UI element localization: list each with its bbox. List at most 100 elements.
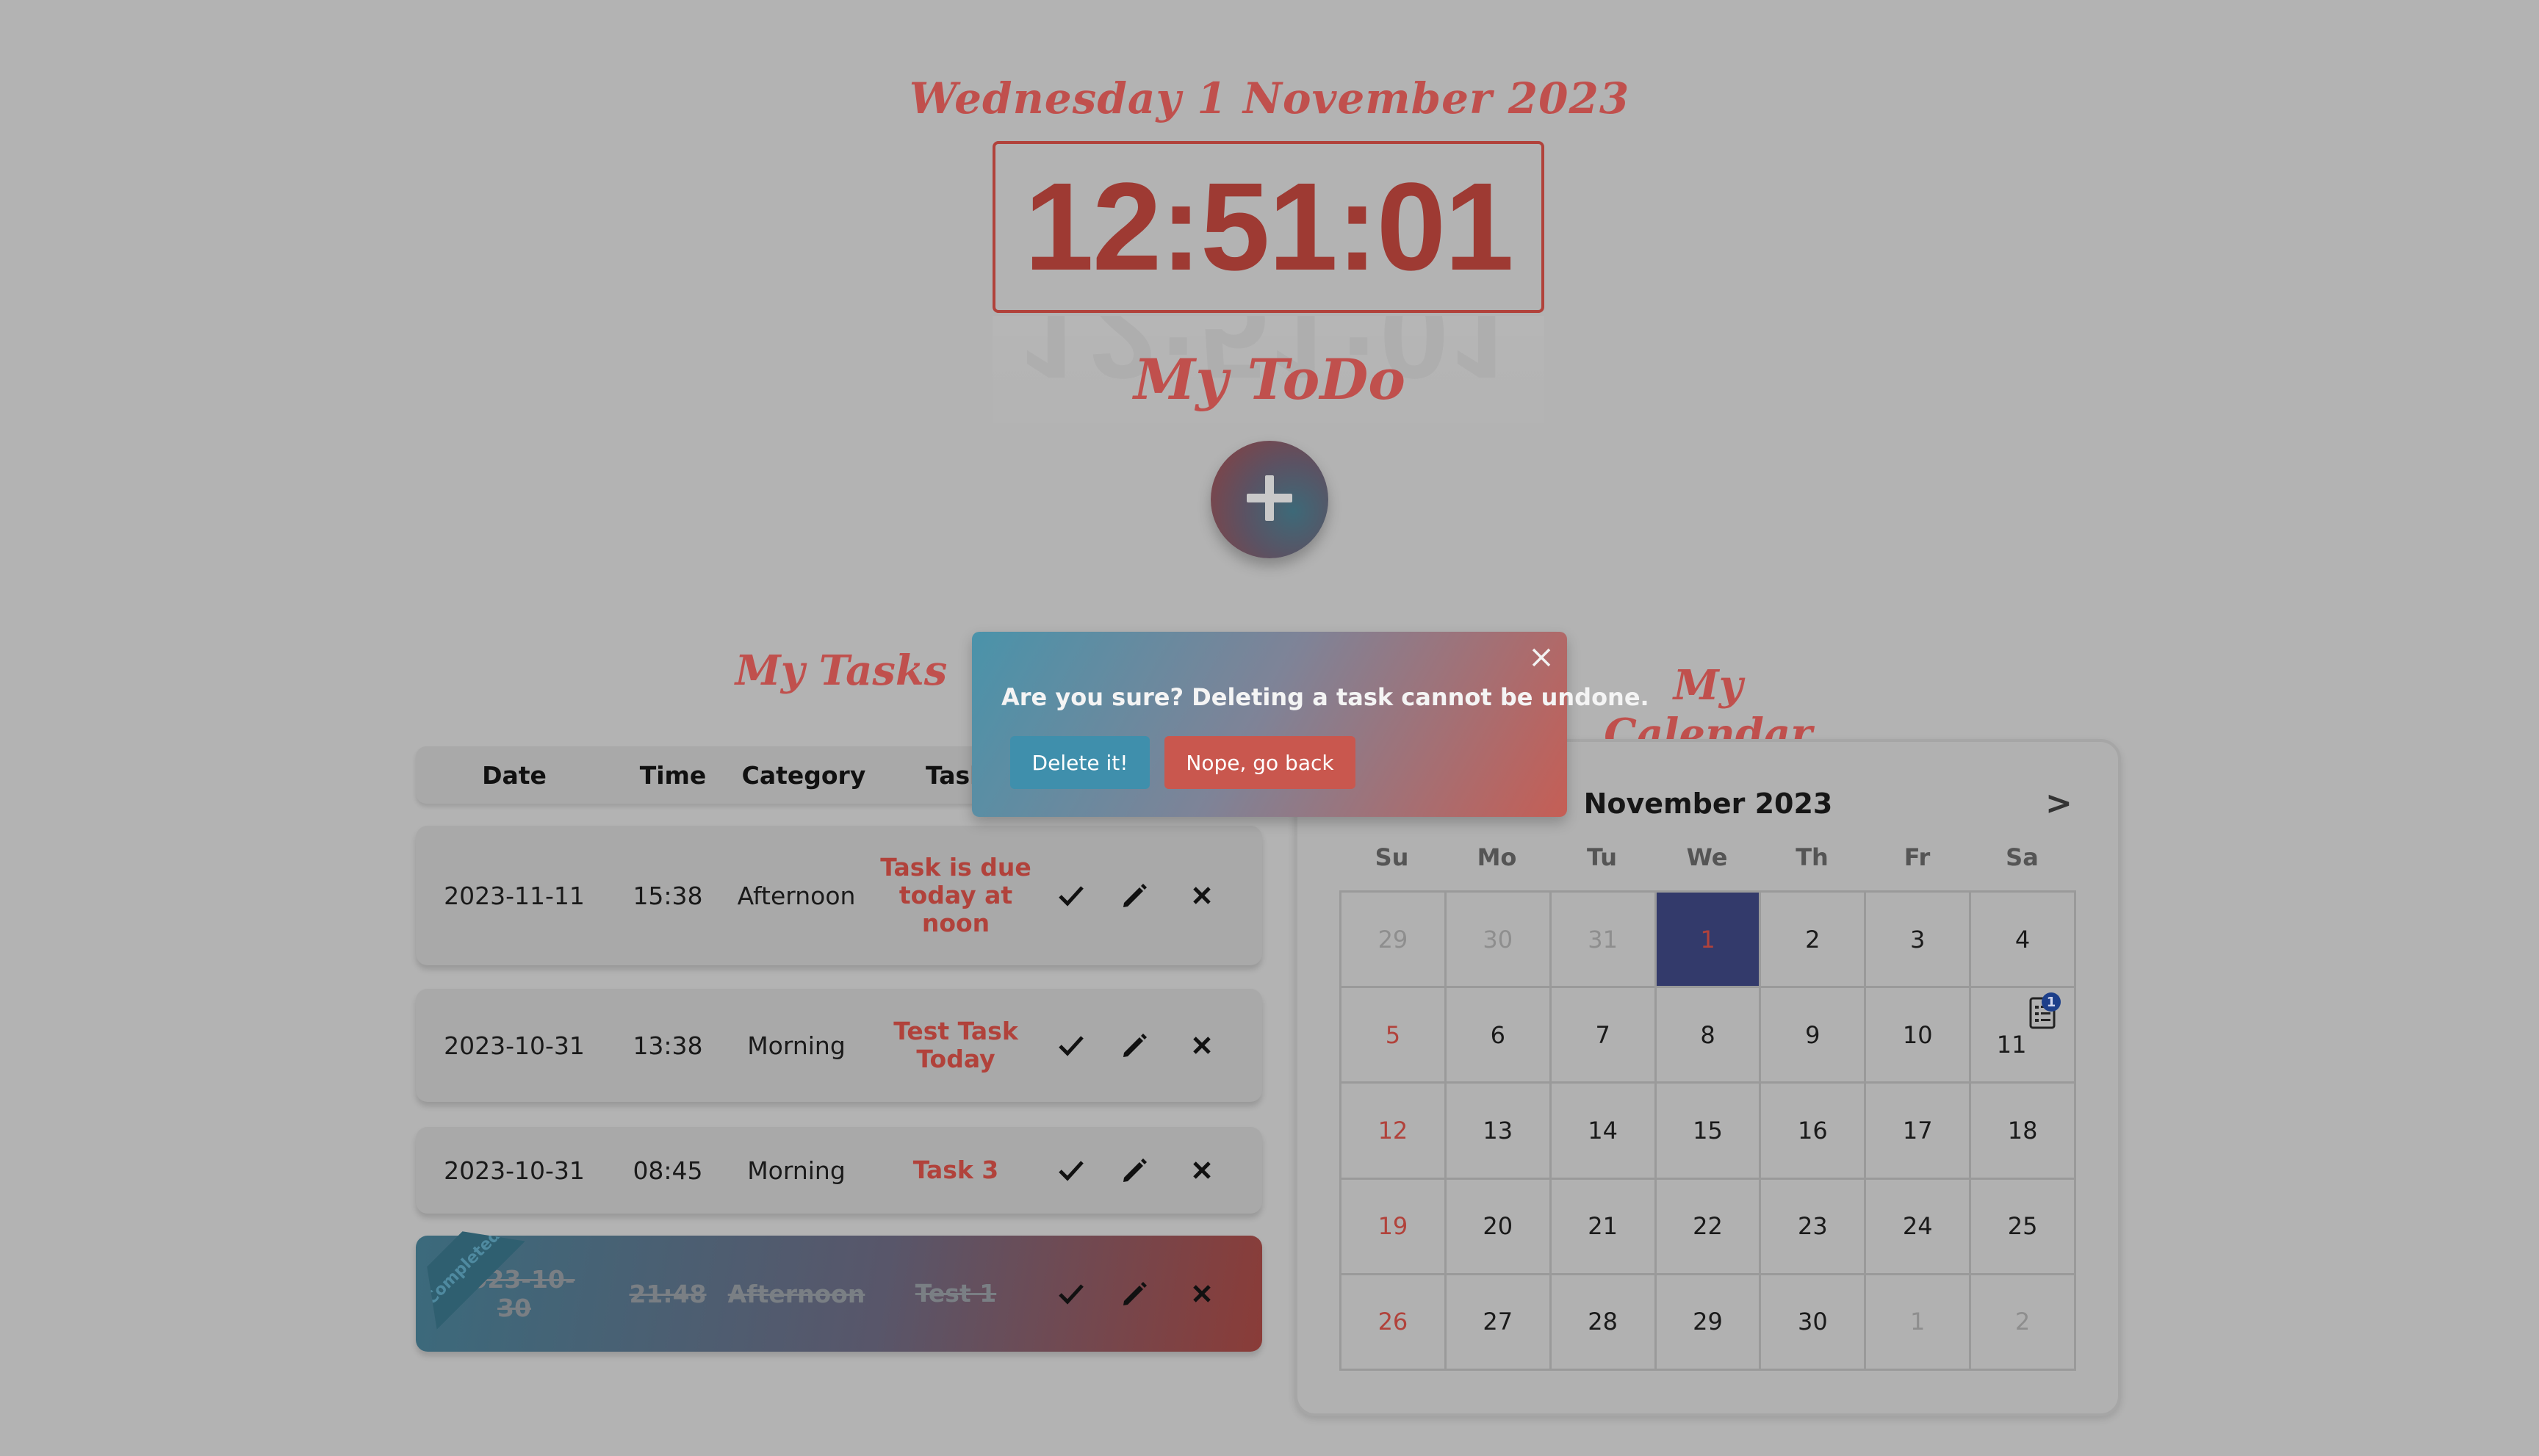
column-header-category: Category	[741, 760, 866, 790]
calendar-day[interactable]: 20	[1446, 1179, 1552, 1275]
task-date: 2023-10-31	[444, 1156, 585, 1185]
plus-icon	[1244, 472, 1295, 527]
task-name: Task is due today at noon	[880, 853, 1031, 937]
close-dialog-button[interactable]	[1524, 641, 1558, 674]
calendar-day[interactable]: 3	[1866, 893, 1972, 989]
weekday-label: Mo	[1477, 843, 1517, 871]
calendar-day[interactable]: 24	[1866, 1179, 1972, 1275]
calendar-day-with-task[interactable]: 11 1	[1971, 988, 2076, 1084]
calendar-day[interactable]: 8	[1656, 988, 1762, 1084]
calendar-day[interactable]: 5	[1341, 988, 1447, 1084]
task-row: 2023-10-31 08:45 Morning Task 3	[416, 1127, 1262, 1214]
task-row: 2023-11-11 15:38 Afternoon Task is due t…	[416, 826, 1262, 965]
close-icon	[1193, 887, 1211, 904]
calendar-day[interactable]: 19	[1341, 1179, 1447, 1275]
calendar-day-other-month[interactable]: 31	[1551, 893, 1657, 989]
pencil-icon	[1123, 1034, 1147, 1057]
task-name: Test 1	[915, 1279, 997, 1308]
task-name: Task 3	[912, 1156, 999, 1184]
task-category: Morning	[747, 1156, 846, 1185]
pencil-icon	[1123, 884, 1147, 907]
cancel-delete-button[interactable]: Nope, go back	[1164, 736, 1355, 789]
task-category: Afternoon	[737, 881, 856, 910]
edit-task-button[interactable]	[1101, 1236, 1168, 1352]
calendar-day-other-month[interactable]: 2	[1971, 1275, 2076, 1371]
calendar-day[interactable]: 22	[1656, 1179, 1762, 1275]
calendar-day[interactable]: 16	[1761, 1084, 1867, 1180]
tasks-title: My Tasks	[735, 646, 948, 695]
calendar-day[interactable]: 30	[1761, 1275, 1867, 1371]
calendar-day[interactable]: 29	[1656, 1275, 1762, 1371]
calendar-day[interactable]: 25	[1971, 1179, 2076, 1275]
dialog-message: Are you sure? Deleting a task cannot be …	[1001, 683, 1649, 711]
calendar-day[interactable]: 12	[1341, 1084, 1447, 1180]
delete-task-button[interactable]	[1168, 826, 1236, 965]
weekday-label: We	[1686, 843, 1728, 871]
check-icon	[1059, 886, 1084, 907]
calendar-day[interactable]: 23	[1761, 1179, 1867, 1275]
task-category: Morning	[747, 1031, 846, 1060]
calendar-day[interactable]: 10	[1866, 988, 1972, 1084]
complete-task-button[interactable]	[1042, 1127, 1101, 1214]
task-name: Test Task Today	[893, 1017, 1018, 1073]
calendar-day-other-month[interactable]: 29	[1341, 893, 1447, 989]
close-icon	[1193, 1285, 1211, 1302]
task-time: 13:38	[633, 1031, 703, 1060]
task-row: 2023-10-31 13:38 Morning Test Task Today	[416, 989, 1262, 1102]
clock: 12:51:01	[993, 141, 1544, 313]
weekday-label: Tu	[1586, 843, 1618, 871]
confirm-delete-button[interactable]: Delete it!	[1010, 736, 1150, 789]
column-header-date: Date	[482, 760, 547, 790]
calendar-day[interactable]: 21	[1551, 1179, 1657, 1275]
edit-task-button[interactable]	[1101, 826, 1168, 965]
delete-task-button[interactable]	[1168, 1236, 1236, 1352]
task-date: 2023-11-11	[444, 881, 585, 910]
calendar-day[interactable]: 4	[1971, 893, 2076, 989]
calendar-day[interactable]: 26	[1341, 1275, 1447, 1371]
calendar-day-other-month[interactable]: 1	[1866, 1275, 1972, 1371]
task-count-badge: 1	[2042, 992, 2061, 1012]
complete-task-button[interactable]	[1042, 1236, 1101, 1352]
calendar-day-other-month[interactable]: 30	[1446, 893, 1552, 989]
check-icon	[1059, 1284, 1084, 1305]
calendar-day[interactable]: 13	[1446, 1084, 1552, 1180]
add-task-button[interactable]	[1211, 441, 1328, 558]
calendar-day[interactable]: 2	[1761, 893, 1867, 989]
weekday-label: Th	[1796, 843, 1829, 871]
calendar-day[interactable]: 28	[1551, 1275, 1657, 1371]
calendar-day[interactable]: 15	[1656, 1084, 1762, 1180]
clock-time: 12:51:01	[1024, 157, 1513, 297]
column-header-time: Time	[639, 760, 707, 790]
check-icon	[1059, 1036, 1084, 1056]
task-category: Afternoon	[727, 1279, 865, 1308]
calendar-day-number: 11	[1996, 1030, 2027, 1059]
weekday-label: Sa	[2006, 843, 2039, 871]
calendar-day[interactable]: 9	[1761, 988, 1867, 1084]
close-icon	[1532, 648, 1551, 667]
close-icon	[1193, 1037, 1211, 1054]
calendar-day-today[interactable]: 1	[1656, 893, 1762, 989]
complete-task-button[interactable]	[1042, 826, 1101, 965]
task-date: 2023-10-31	[444, 1031, 585, 1060]
task-time: 08:45	[633, 1156, 703, 1185]
task-time: 21:48	[629, 1279, 707, 1308]
complete-task-button[interactable]	[1042, 989, 1101, 1102]
check-icon	[1059, 1161, 1084, 1181]
task-time: 15:38	[633, 881, 703, 910]
calendar-day[interactable]: 18	[1971, 1084, 2076, 1180]
next-month-button[interactable]: >	[2045, 785, 2072, 822]
calendar-day[interactable]: 27	[1446, 1275, 1552, 1371]
edit-task-button[interactable]	[1101, 989, 1168, 1102]
calendar-day[interactable]: 7	[1551, 988, 1657, 1084]
pencil-icon	[1123, 1158, 1147, 1182]
calendar-day[interactable]: 14	[1551, 1084, 1657, 1180]
delete-confirm-dialog	[972, 632, 1567, 817]
edit-task-button[interactable]	[1101, 1127, 1168, 1214]
calendar-day[interactable]: 17	[1866, 1084, 1972, 1180]
delete-task-button[interactable]	[1168, 989, 1236, 1102]
delete-task-button[interactable]	[1168, 1127, 1236, 1214]
calendar-grid: 29 30 31 1 2 3 4 5 6 7 8 9 10 11 1 12 13…	[1339, 890, 2076, 1371]
calendar-day[interactable]: 6	[1446, 988, 1552, 1084]
pencil-icon	[1123, 1282, 1147, 1305]
weekday-label: Fr	[1904, 843, 1931, 871]
